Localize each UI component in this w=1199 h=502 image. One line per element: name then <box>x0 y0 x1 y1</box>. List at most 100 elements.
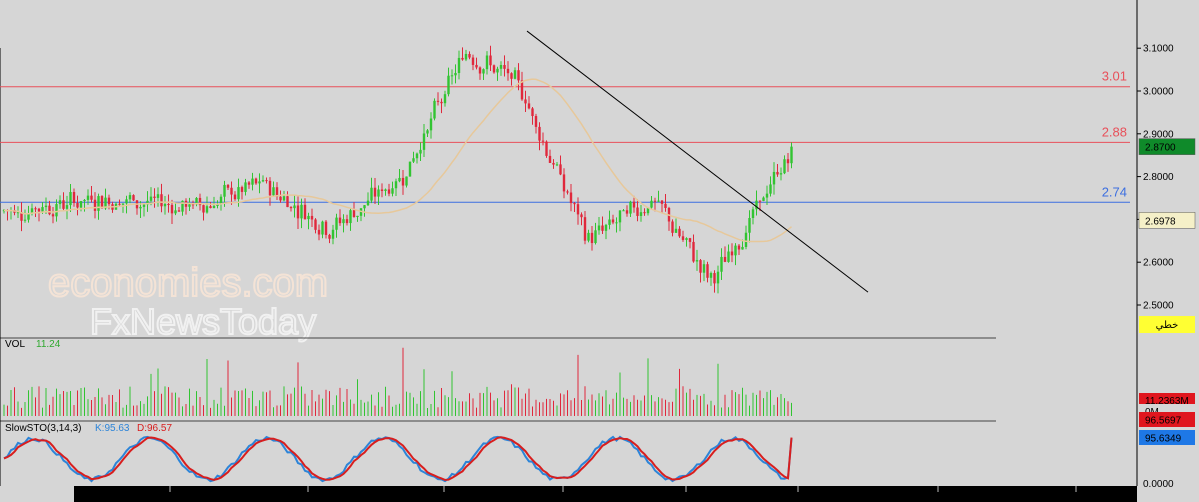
candle-body-133 <box>468 53 471 58</box>
stochastic-badge-text-1: 95.6349 <box>1145 434 1182 445</box>
candle-body-146 <box>513 70 517 79</box>
candle-body-106 <box>373 187 377 197</box>
candle-body-49 <box>174 210 177 214</box>
candle-body-113 <box>398 177 401 182</box>
candle-body-97 <box>342 219 345 224</box>
x-tick-label-2: 2026Jan <box>447 489 485 500</box>
candle-body-87 <box>307 215 310 220</box>
candle-body-188 <box>660 200 664 204</box>
candle-body-57 <box>202 205 205 213</box>
candle-body-174 <box>611 219 615 223</box>
candle-body-176 <box>618 210 622 223</box>
candle-body-210 <box>737 245 741 250</box>
candle-body-124 <box>436 100 440 102</box>
candle-body-207 <box>727 251 730 262</box>
candle-body-205 <box>720 256 723 272</box>
x-axis-bar <box>74 486 1137 502</box>
candle-body-99 <box>349 210 352 224</box>
candle-body-181 <box>636 207 639 216</box>
candle-body-217 <box>762 197 765 201</box>
candle-body-196 <box>688 238 692 242</box>
y-tick-label-5: 2.6000 <box>1143 258 1174 269</box>
candle-body-110 <box>387 189 391 194</box>
candle-body-18 <box>65 205 69 209</box>
candle-body-39 <box>139 206 142 209</box>
stock-chart: economies.com FxNewsToday 3.01 2.88 2.74 3… <box>0 0 1199 502</box>
candle-body-58 <box>205 206 209 213</box>
candle-body-13 <box>48 205 51 215</box>
candle-body-88 <box>310 215 314 220</box>
candle-body-121 <box>426 130 429 134</box>
stochastic-title-text: SlowSTO(3,14,3) <box>5 423 82 434</box>
candle-body-209 <box>734 245 737 256</box>
candle-body-76 <box>268 180 272 196</box>
candle-body-136 <box>478 67 482 74</box>
candle-body-139 <box>489 55 492 66</box>
candle-body-16 <box>58 200 62 205</box>
candle-body-204 <box>716 271 720 284</box>
candle-body-198 <box>695 260 699 262</box>
candle-body-108 <box>380 189 384 191</box>
candle-body-130 <box>457 57 461 73</box>
candle-body-89 <box>314 219 317 230</box>
candle-body-34 <box>121 203 125 205</box>
candle-body-157 <box>552 162 555 165</box>
candle-body-90 <box>317 229 321 235</box>
candle-body-69 <box>244 182 247 192</box>
candle-body-21 <box>76 202 79 208</box>
candle-body-168 <box>590 232 594 244</box>
candle-body-92 <box>324 221 328 235</box>
candle-body-36 <box>128 195 132 200</box>
candle-body-86 <box>303 204 307 220</box>
candle-body-48 <box>170 204 174 214</box>
candle-body-101 <box>356 215 359 217</box>
candle-body-212 <box>744 232 748 247</box>
candle-body-171 <box>601 225 604 231</box>
watermark-line2: FxNewsToday <box>90 301 316 342</box>
candle-body-109 <box>384 189 387 191</box>
candle-body-107 <box>377 189 380 197</box>
candle-body-73 <box>258 181 261 184</box>
candle-body-100 <box>352 210 356 217</box>
candle-body-94 <box>331 229 335 239</box>
x-tick-label-4: May <box>699 489 718 500</box>
candle-body-17 <box>62 200 65 209</box>
candle-body-126 <box>443 94 447 104</box>
candle-body-173 <box>608 219 611 225</box>
candle-body-71 <box>251 178 254 185</box>
candle-body-194 <box>681 236 685 240</box>
candle-body-28 <box>100 196 104 209</box>
candle-body-158 <box>555 164 559 166</box>
candle-body-37 <box>132 195 135 201</box>
candle-body-220 <box>772 171 776 185</box>
candle-body-74 <box>261 180 265 182</box>
candle-body-60 <box>212 205 216 209</box>
volume-value-text: 11.24 <box>36 339 61 350</box>
x-tick-label-0: Sep <box>183 489 201 500</box>
candle-body-201 <box>706 264 709 278</box>
candle-body-140 <box>492 65 496 73</box>
stochastic-d-text: D:96.57 <box>137 423 172 434</box>
candle-body-143 <box>503 65 506 69</box>
candle-body-180 <box>632 201 636 208</box>
candle-body-59 <box>209 206 212 209</box>
candle-body-145 <box>510 73 513 79</box>
candle-body-114 <box>401 177 405 186</box>
candle-body-117 <box>412 158 415 162</box>
candle-body-62 <box>219 196 223 204</box>
candle-body-148 <box>520 80 524 100</box>
candle-body-131 <box>461 57 464 60</box>
x-tick-label-5: Jul <box>814 489 827 500</box>
candle-body-84 <box>296 205 300 219</box>
candle-body-138 <box>485 55 489 70</box>
candle-body-115 <box>405 176 408 186</box>
candle-body-155 <box>545 141 548 156</box>
candle-body-219 <box>769 184 772 194</box>
candle-body-85 <box>300 204 303 219</box>
y-tick-label-0: 3.1000 <box>1143 44 1174 55</box>
candle-body-91 <box>321 221 324 235</box>
candle-body-116 <box>408 161 412 177</box>
candle-body-66 <box>233 194 237 200</box>
y-tick-label-1: 3.0000 <box>1143 87 1174 98</box>
candle-body-93 <box>328 234 331 239</box>
